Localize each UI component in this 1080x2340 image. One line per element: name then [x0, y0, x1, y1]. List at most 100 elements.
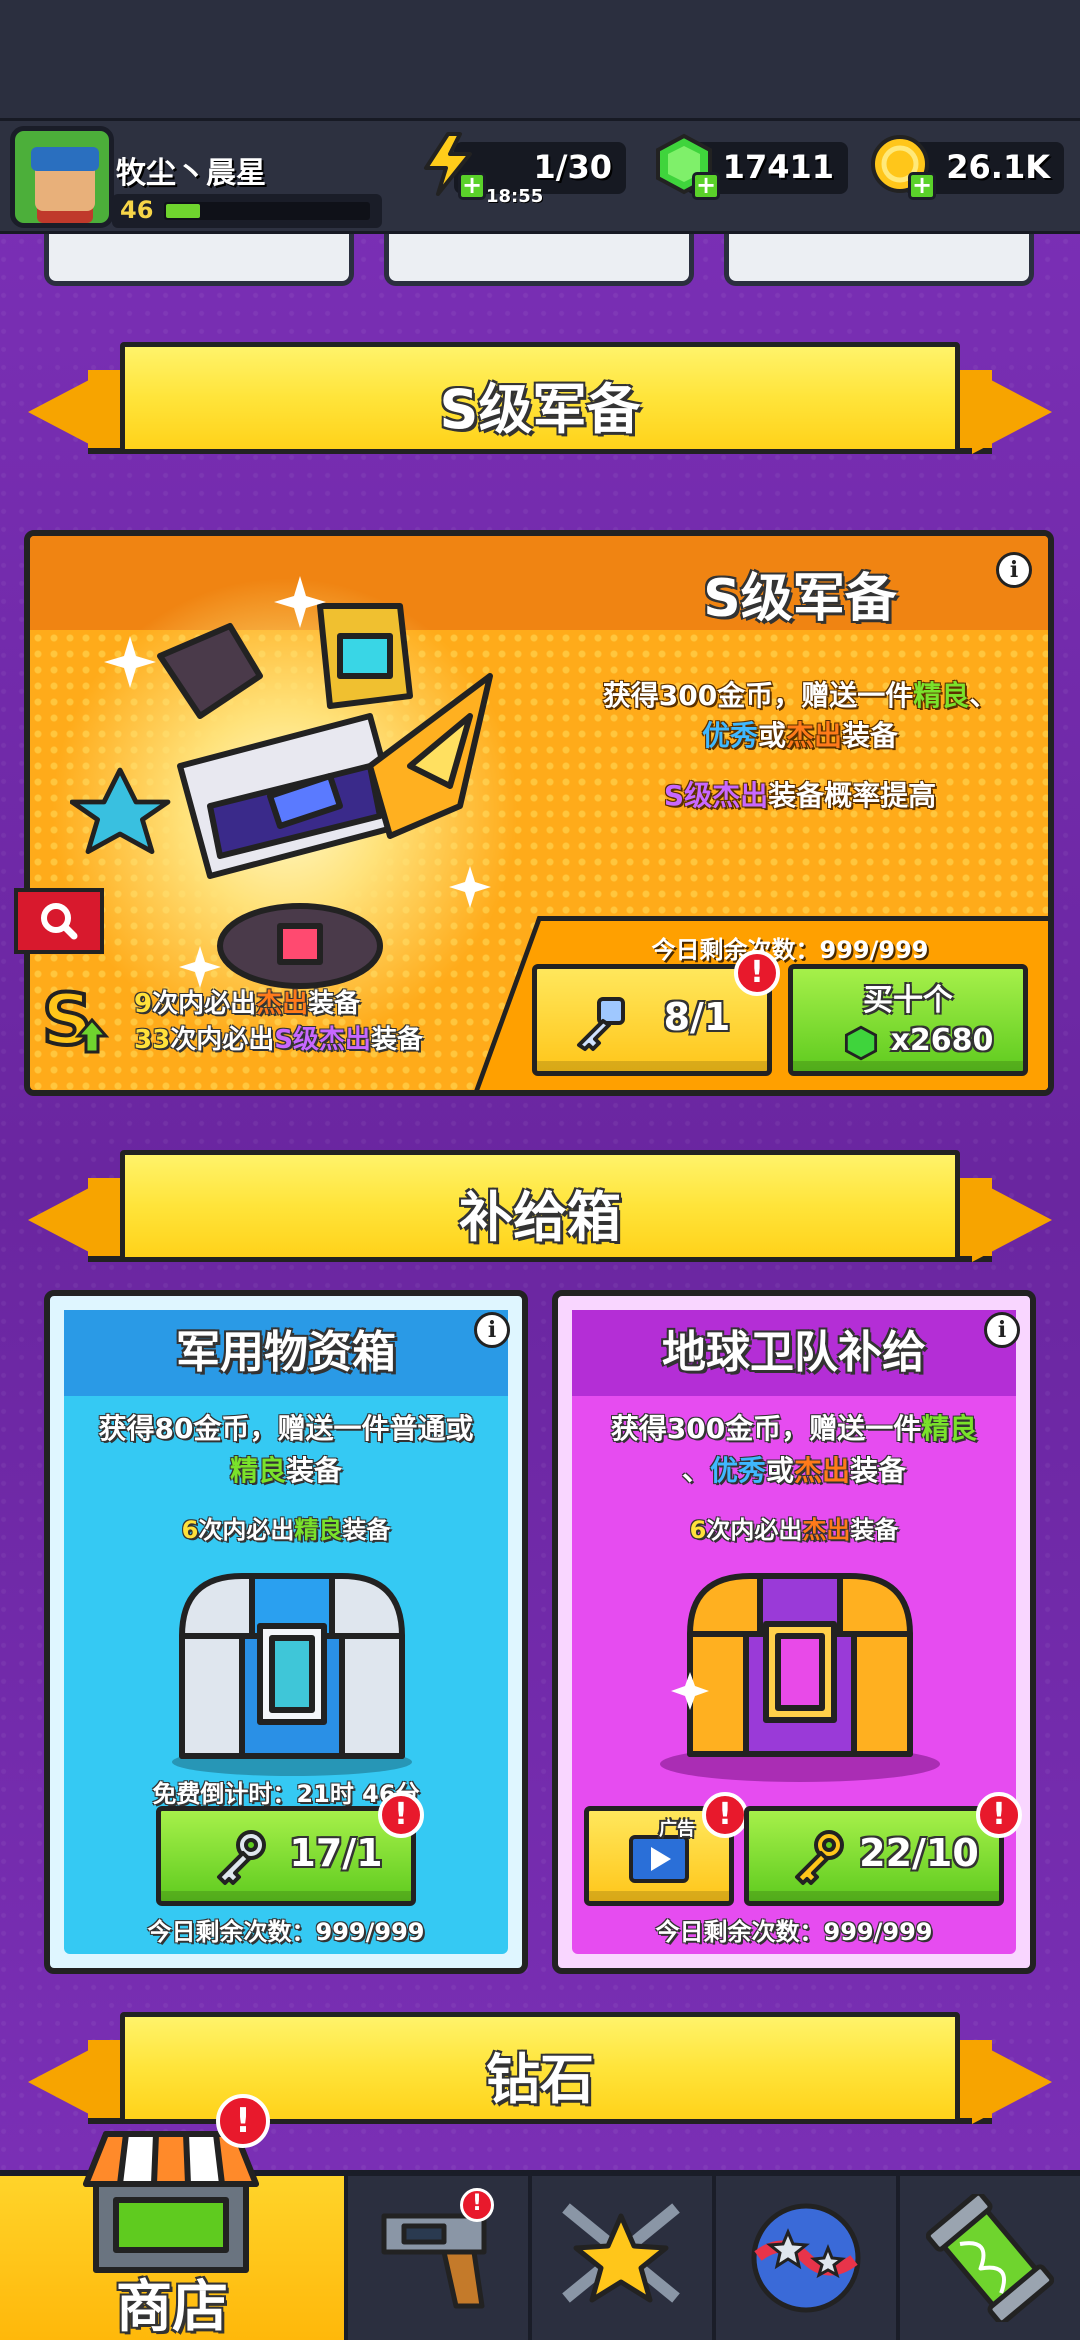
desc-rarity-outstanding: 杰出 — [794, 1454, 851, 1487]
guarantee-count: 6 — [181, 1516, 199, 1544]
desc-text: 装备 — [850, 1454, 907, 1487]
blue-chest-icon — [172, 1573, 412, 1776]
earth-box-description: 获得300金币，赠送一件精良 、优秀或杰出装备 — [578, 1408, 1010, 1492]
nav-tab-world[interactable] — [712, 2176, 892, 2340]
desc-text: 、 — [681, 1454, 710, 1487]
purple-chest-icon — [660, 1573, 940, 1782]
desc-text: 获得80金币，赠送一件普通或 — [98, 1412, 474, 1445]
buy-ten-button[interactable]: 买十个 x2680 — [788, 964, 1028, 1076]
guarantee-text: 装备 — [308, 989, 361, 1019]
alert-badge: ! — [216, 2094, 270, 2148]
alert-badge: ! — [460, 2188, 494, 2222]
desc-text: 获得300金币，赠送一件 — [602, 679, 914, 712]
guarantee-text: 装备 — [370, 1025, 423, 1055]
nav-tab-lab[interactable] — [896, 2176, 1076, 2340]
globe-icon — [751, 2203, 861, 2313]
energy-plus-icon[interactable]: + — [458, 172, 486, 200]
banner-plate: 补给箱 — [120, 1150, 960, 1262]
desc-rarity-fine: 精良 — [913, 679, 970, 712]
guarantee-text: 次内必出 — [170, 1025, 275, 1055]
gem-plus-icon[interactable]: + — [692, 172, 720, 200]
dna-vial-icon — [926, 2194, 1054, 2322]
military-box-description: 获得80金币，赠送一件普通或 精良装备 — [70, 1408, 502, 1492]
status-bar — [0, 0, 1080, 118]
guarantee-text: 装备 — [850, 1516, 899, 1544]
banner-right-arrow — [972, 1178, 1052, 1262]
guarantee-rarity: S级杰出 — [274, 1025, 371, 1055]
desc-rarity-fine: 精良 — [921, 1412, 978, 1445]
earth-box-remaining: 今日剩余次数：999/999 — [655, 1918, 933, 1946]
military-box-key-button[interactable]: 17/1 — [156, 1806, 416, 1906]
nav-tab-heroes[interactable] — [528, 2176, 708, 2340]
alert-badge: ! — [976, 1792, 1022, 1838]
s-gear-title: S级军备 — [703, 569, 897, 629]
supply-section-banner: 补给箱 — [28, 1150, 1052, 1280]
guarantee-text: 次内必出 — [198, 1516, 295, 1544]
s-gear-remaining: 今日剩余次数：999/999 — [651, 936, 929, 964]
info-icon[interactable]: i — [996, 552, 1032, 588]
guarantee-count: 9 — [134, 989, 153, 1019]
guarantee-rarity: 杰出 — [802, 1516, 851, 1544]
nav-tab-weapons[interactable]: ! — [344, 2176, 524, 2340]
energy-value: 1/30 — [533, 148, 612, 186]
military-box-remaining: 今日剩余次数：999/999 — [147, 1918, 425, 1946]
s-gear-description: 获得300金币，赠送一件精良、 优秀或杰出装备 — [550, 676, 1048, 756]
desc-rarity-excellent: 优秀 — [709, 1454, 766, 1487]
ad-label: 广告 — [659, 1819, 695, 1840]
s-gear-items-illustration — [70, 576, 493, 989]
gem-icon[interactable]: + — [652, 132, 720, 200]
avatar-goggles — [31, 147, 99, 171]
coin-plus-icon[interactable]: + — [908, 172, 936, 200]
desc-text: 装备 — [286, 1454, 343, 1487]
desc-rarity-fine: 精良 — [229, 1454, 286, 1487]
desc-text: 、 — [969, 679, 998, 712]
alert-badge: ! — [734, 950, 780, 996]
section-title: 补给箱 — [459, 1186, 621, 1249]
military-box-guarantee: 6次内必出精良装备 — [50, 1510, 522, 1545]
gem-value: 17411 — [722, 148, 834, 186]
desc-rarity-outstanding: 杰出 — [786, 719, 843, 752]
lightning-icon[interactable]: + — [418, 132, 486, 200]
banner-plate: S级军备 — [120, 342, 960, 454]
military-box-key-count: 17/1 — [289, 1831, 383, 1875]
search-icon — [41, 903, 78, 940]
desc-text: 获得300金币，赠送一件 — [610, 1412, 922, 1445]
s-gear-section-banner: S级军备 — [28, 342, 1052, 472]
xp-bar-fill — [166, 204, 200, 218]
earth-box-guarantee: 6次内必出杰出装备 — [558, 1510, 1030, 1545]
earth-box-key-count: 22/10 — [859, 1831, 979, 1875]
military-supply-card[interactable]: 军用物资箱 i 获得80金币，赠送一件普通或 精良装备 6次内必出精良装备 免费… — [44, 1290, 528, 1974]
coin-value: 26.1K — [946, 148, 1050, 186]
guarantee-text: 装备 — [342, 1516, 391, 1544]
s-rank-upgrade-icon: S — [40, 980, 110, 1056]
s-gear-key-count: 8/1 — [663, 995, 731, 1039]
diamond-section-banner: 钻石 — [28, 2012, 1052, 2142]
player-level-box: 46 — [112, 194, 382, 228]
banner-right-arrow — [972, 370, 1052, 454]
buy-ten-label: 买十个 — [863, 983, 953, 1018]
earth-box-key-button[interactable]: 22/10 — [744, 1806, 1004, 1906]
player-avatar[interactable] — [10, 126, 114, 228]
free-countdown: 免费倒计时：21时 46分 — [152, 1780, 420, 1808]
alert-badge: ! — [378, 1792, 424, 1838]
s-gear-guarantees: 9次内必出杰出装备 33次内必出S级杰出装备 — [134, 986, 423, 1058]
s-gear-rate-up: S级杰出装备概率提高 — [550, 774, 1048, 814]
desc-text: 或 — [765, 1454, 794, 1487]
player-level: 46 — [120, 196, 154, 224]
player-name: 牧尘丶晨星 — [116, 156, 266, 191]
guarantee-text: 次内必出 — [706, 1516, 803, 1544]
info-icon[interactable]: i — [984, 1312, 1020, 1348]
earth-guard-supply-card[interactable]: 地球卫队补给 i 获得300金币，赠送一件精良 、优秀或杰出装备 6次内必出杰出… — [552, 1290, 1036, 1974]
info-icon[interactable]: i — [474, 1312, 510, 1348]
guarantee-count: 33 — [134, 1025, 171, 1055]
earth-box-title: 地球卫队补给 — [662, 1327, 926, 1378]
desc-rarity-s-outstanding: S级杰出 — [663, 779, 769, 812]
guarantee-rarity: 精良 — [294, 1516, 343, 1544]
preview-search-button[interactable] — [14, 888, 104, 954]
nav-shop-label: 商店 — [116, 2275, 228, 2340]
desc-text: 装备 — [842, 719, 899, 752]
coin-icon[interactable]: + — [868, 132, 936, 200]
guarantee-rarity: 杰出 — [256, 989, 309, 1019]
banner-right-arrow — [972, 2040, 1052, 2124]
guarantee-text: 次内必出 — [152, 989, 257, 1019]
